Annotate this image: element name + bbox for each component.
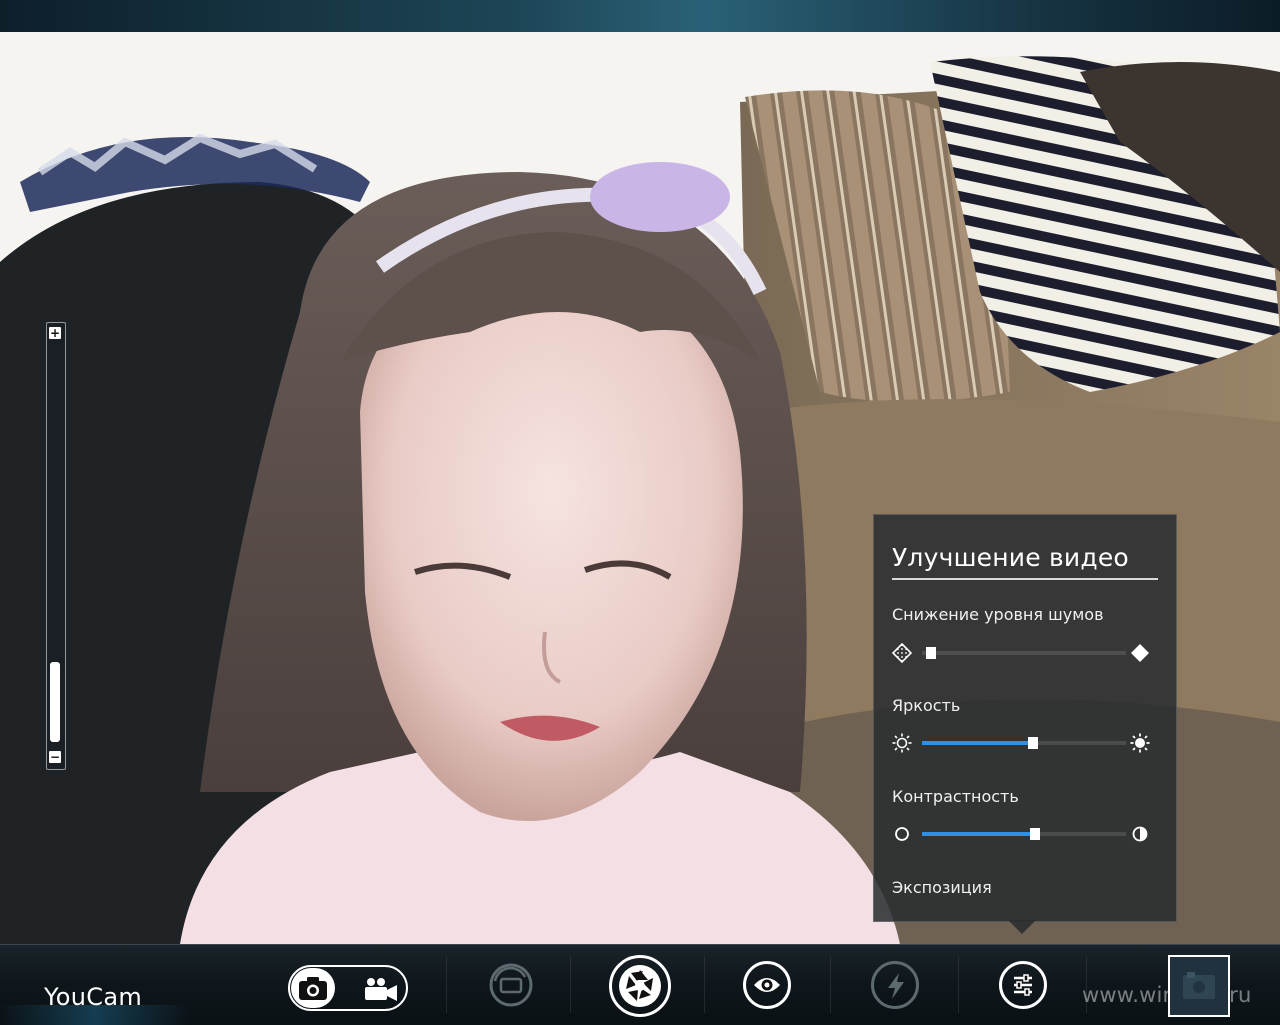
brightness-label: Яркость bbox=[892, 696, 961, 715]
rotate-camera-icon[interactable] bbox=[487, 961, 535, 1009]
brightness-low-icon bbox=[892, 733, 912, 753]
brightness-slider[interactable] bbox=[892, 733, 1158, 753]
panel-pointer bbox=[1008, 920, 1036, 934]
contrast-label: Контрастность bbox=[892, 787, 1019, 806]
noise-high-icon bbox=[1131, 644, 1149, 662]
contrast-low-icon bbox=[895, 827, 909, 841]
flash-button[interactable] bbox=[871, 961, 919, 1009]
capture-mode-toggle[interactable] bbox=[288, 965, 408, 1011]
zoom-track[interactable] bbox=[50, 343, 60, 748]
brightness-fill bbox=[922, 741, 1028, 745]
title-divider bbox=[892, 578, 1158, 580]
video-enhancement-button[interactable] bbox=[999, 961, 1047, 1009]
flash-icon bbox=[888, 973, 904, 999]
noise-knob[interactable] bbox=[926, 647, 936, 659]
video-enhancement-panel: Улучшение видео Снижение уровня шумов Яр… bbox=[873, 514, 1177, 922]
noise-rail[interactable] bbox=[922, 647, 1126, 659]
brightness-high-icon bbox=[1130, 733, 1150, 753]
zoom-slider[interactable]: + − bbox=[46, 322, 66, 770]
toolbar-separator bbox=[570, 957, 571, 1013]
shutter-icon bbox=[619, 965, 661, 1007]
window-top-bar bbox=[0, 0, 1280, 32]
brightness-rail[interactable] bbox=[922, 737, 1126, 749]
panel-title: Улучшение видео bbox=[892, 543, 1129, 572]
brightness-knob[interactable] bbox=[1028, 737, 1038, 749]
noise-low-icon bbox=[892, 643, 912, 663]
zoom-in-button[interactable]: + bbox=[49, 327, 61, 339]
effects-button[interactable] bbox=[743, 961, 791, 1009]
toolbar-separator bbox=[704, 957, 705, 1013]
app-logo-text: YouCam bbox=[44, 983, 143, 1011]
toolbar-separator bbox=[830, 957, 831, 1013]
bottom-toolbar: YouCam www.wincore.ru bbox=[0, 944, 1280, 1025]
exposure-label[interactable]: Экспозиция bbox=[892, 878, 992, 897]
eye-icon bbox=[754, 978, 780, 992]
toolbar-separator bbox=[446, 957, 447, 1013]
zoom-thumb[interactable] bbox=[50, 662, 60, 742]
shutter-button[interactable] bbox=[609, 955, 671, 1017]
gallery-thumbnail-button[interactable] bbox=[1168, 955, 1230, 1017]
video-camera-icon[interactable] bbox=[364, 977, 398, 1001]
toolbar-separator bbox=[958, 957, 959, 1013]
settings-sliders-icon bbox=[1014, 974, 1032, 996]
noise-reduction-label: Снижение уровня шумов bbox=[892, 605, 1104, 624]
contrast-high-icon bbox=[1132, 826, 1148, 842]
contrast-fill bbox=[922, 832, 1030, 836]
zoom-out-button[interactable]: − bbox=[49, 751, 61, 763]
contrast-slider[interactable] bbox=[892, 824, 1158, 844]
noise-reduction-slider[interactable] bbox=[892, 643, 1158, 663]
gallery-thumbnail-icon bbox=[1183, 972, 1215, 999]
camera-icon[interactable] bbox=[298, 975, 328, 1001]
contrast-rail[interactable] bbox=[922, 828, 1126, 840]
contrast-knob[interactable] bbox=[1030, 828, 1040, 840]
